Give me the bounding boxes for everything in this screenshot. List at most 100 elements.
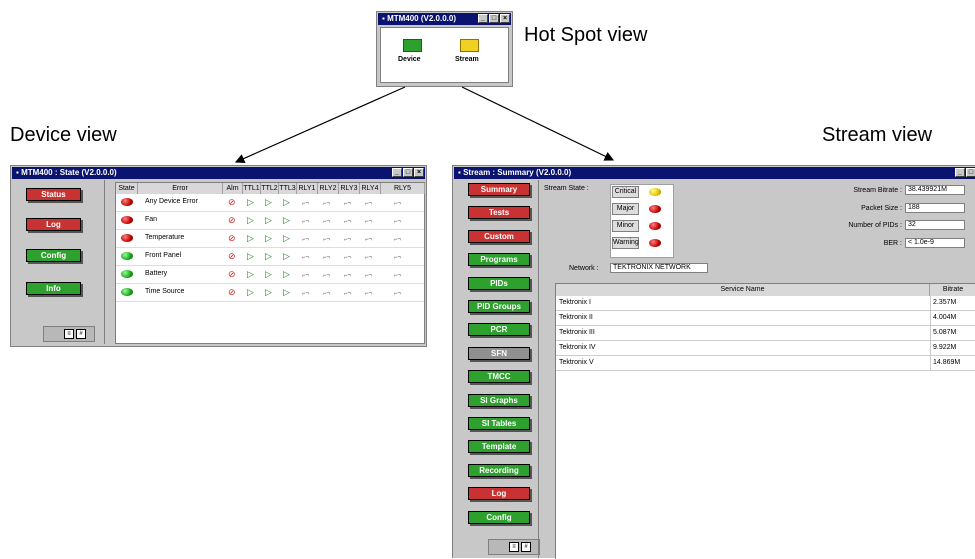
table-row[interactable]: Tektronix V 14.869M xyxy=(556,356,975,371)
ttl-icon[interactable]: ▷ xyxy=(265,287,272,297)
ttl-icon[interactable]: ▷ xyxy=(247,287,254,297)
col-service-name[interactable]: Service Name xyxy=(556,284,930,296)
relay-icon[interactable]: ⌐¬ xyxy=(394,253,401,263)
table-row[interactable]: Battery ⊘ ▷ ▷ ▷ ⌐¬ ⌐¬ ⌐¬ ⌐¬ ⌐¬ xyxy=(116,266,424,284)
relay-icon[interactable]: ⌐¬ xyxy=(302,199,309,209)
nav-custom-button[interactable]: Custom xyxy=(468,229,530,243)
relay-icon[interactable]: ⌐¬ xyxy=(365,217,372,227)
alarm-icon[interactable]: ⊘ xyxy=(228,233,236,243)
relay-icon[interactable]: ⌐¬ xyxy=(365,253,372,263)
ttl-icon[interactable]: ▷ xyxy=(265,197,272,207)
nav-pid-groups-button[interactable]: PID Groups xyxy=(468,300,530,313)
relay-icon[interactable]: ⌐¬ xyxy=(394,199,401,209)
col-rly5[interactable]: RLY5 xyxy=(381,183,425,194)
relay-icon[interactable]: ⌐¬ xyxy=(302,289,309,299)
nav-log-button[interactable]: Log xyxy=(468,487,530,501)
nav-tmcc-button[interactable]: TMCC xyxy=(468,370,530,384)
relay-icon[interactable]: ⌐¬ xyxy=(323,253,330,263)
maximize-icon[interactable]: □ xyxy=(966,168,975,177)
nav-template-button[interactable]: Template xyxy=(468,440,530,454)
nav-config-button[interactable]: Config xyxy=(26,249,81,262)
close-icon[interactable]: × xyxy=(414,168,424,177)
ttl-icon[interactable]: ▷ xyxy=(283,197,290,207)
table-row[interactable]: Tektronix IV 9.922M xyxy=(556,341,975,356)
col-rly3[interactable]: RLY3 xyxy=(339,183,360,194)
col-ttl3[interactable]: TTL3 xyxy=(279,183,297,194)
ttl-icon[interactable]: ▷ xyxy=(283,233,290,243)
alarm-icon[interactable]: ⊘ xyxy=(228,269,236,279)
table-row[interactable]: Tektronix II 4.004M xyxy=(556,311,975,326)
ttl-icon[interactable]: ▷ xyxy=(265,215,272,225)
ttl-icon[interactable]: ▷ xyxy=(247,251,254,261)
alarm-icon[interactable]: ⊘ xyxy=(228,197,236,207)
ttl-icon[interactable]: ▷ xyxy=(283,215,290,225)
ttl-icon[interactable]: ▷ xyxy=(247,269,254,279)
relay-icon[interactable]: ⌐¬ xyxy=(394,271,401,281)
relay-icon[interactable]: ⌐¬ xyxy=(344,235,351,245)
nav-programs-button[interactable]: Programs xyxy=(468,253,530,267)
relay-icon[interactable]: ⌐¬ xyxy=(323,235,330,245)
relay-icon[interactable]: ⌐¬ xyxy=(365,199,372,209)
table-row[interactable]: Temperature ⊘ ▷ ▷ ▷ ⌐¬ ⌐¬ ⌐¬ ⌐¬ ⌐¬ xyxy=(116,230,424,248)
col-error[interactable]: Error xyxy=(138,183,223,194)
nav-summary-button[interactable]: Summary xyxy=(468,183,530,196)
list-view-icon[interactable]: ≡ xyxy=(509,542,519,552)
list-view-icon[interactable]: ≡ xyxy=(64,329,74,339)
relay-icon[interactable]: ⌐¬ xyxy=(344,271,351,281)
relay-icon[interactable]: ⌐¬ xyxy=(302,253,309,263)
ttl-icon[interactable]: ▷ xyxy=(247,197,254,207)
nav-log-button[interactable]: Log xyxy=(26,218,81,231)
ttl-icon[interactable]: ▷ xyxy=(283,269,290,279)
nav-recording-button[interactable]: Recording xyxy=(468,463,530,477)
col-bitrate[interactable]: Bitrate xyxy=(930,284,975,296)
nav-pids-button[interactable]: PIDs xyxy=(468,276,530,290)
relay-icon[interactable]: ⌐¬ xyxy=(323,217,330,227)
table-row[interactable]: Tektronix III 5.087M xyxy=(556,326,975,341)
relay-icon[interactable]: ⌐¬ xyxy=(323,271,330,281)
relay-icon[interactable]: ⌐¬ xyxy=(365,271,372,281)
relay-icon[interactable]: ⌐¬ xyxy=(323,289,330,299)
col-rly4[interactable]: RLY4 xyxy=(360,183,381,194)
relay-icon[interactable]: ⌐¬ xyxy=(302,271,309,281)
relay-icon[interactable]: ⌐¬ xyxy=(344,289,351,299)
alarm-icon[interactable]: ⊘ xyxy=(228,215,236,225)
ttl-icon[interactable]: ▷ xyxy=(265,233,272,243)
nav-pcr-button[interactable]: PCR xyxy=(468,323,530,337)
col-alm[interactable]: Alm xyxy=(223,183,243,194)
nav-si-tables-button[interactable]: SI Tables xyxy=(468,417,530,430)
relay-icon[interactable]: ⌐¬ xyxy=(344,217,351,227)
table-row[interactable]: Tektronix I 2.357M xyxy=(556,296,975,311)
ttl-icon[interactable]: ▷ xyxy=(247,233,254,243)
ttl-icon[interactable]: ▷ xyxy=(283,251,290,261)
table-row[interactable]: Front Panel ⊘ ▷ ▷ ▷ ⌐¬ ⌐¬ ⌐¬ ⌐¬ ⌐¬ xyxy=(116,248,424,266)
maximize-icon[interactable]: □ xyxy=(403,168,413,177)
grid-view-icon[interactable]: # xyxy=(76,329,86,339)
col-ttl2[interactable]: TTL2 xyxy=(261,183,279,194)
col-rly1[interactable]: RLY1 xyxy=(297,183,318,194)
alarm-icon[interactable]: ⊘ xyxy=(228,251,236,261)
col-state[interactable]: State xyxy=(116,183,138,194)
nav-config-button[interactable]: Config xyxy=(468,510,530,524)
relay-icon[interactable]: ⌐¬ xyxy=(394,289,401,299)
nav-status-button[interactable]: Status xyxy=(26,188,81,201)
minimize-icon[interactable]: _ xyxy=(955,168,965,177)
col-rly2[interactable]: RLY2 xyxy=(318,183,339,194)
table-row[interactable]: Fan ⊘ ▷ ▷ ▷ ⌐¬ ⌐¬ ⌐¬ ⌐¬ ⌐¬ xyxy=(116,212,424,230)
relay-icon[interactable]: ⌐¬ xyxy=(365,235,372,245)
relay-icon[interactable]: ⌐¬ xyxy=(302,235,309,245)
ttl-icon[interactable]: ▷ xyxy=(283,287,290,297)
grid-view-icon[interactable]: # xyxy=(521,542,531,552)
relay-icon[interactable]: ⌐¬ xyxy=(323,199,330,209)
table-row[interactable]: Any Device Error ⊘ ▷ ▷ ▷ ⌐¬ ⌐¬ ⌐¬ ⌐¬ ⌐¬ xyxy=(116,194,424,212)
table-row[interactable]: Time Source ⊘ ▷ ▷ ▷ ⌐¬ ⌐¬ ⌐¬ ⌐¬ ⌐¬ xyxy=(116,284,424,302)
minimize-icon[interactable]: _ xyxy=(392,168,402,177)
ttl-icon[interactable]: ▷ xyxy=(265,251,272,261)
nav-si-graphs-button[interactable]: SI Graphs xyxy=(468,393,530,407)
relay-icon[interactable]: ⌐¬ xyxy=(394,217,401,227)
relay-icon[interactable]: ⌐¬ xyxy=(394,235,401,245)
alarm-icon[interactable]: ⊘ xyxy=(228,287,236,297)
nav-info-button[interactable]: Info xyxy=(26,282,81,295)
relay-icon[interactable]: ⌐¬ xyxy=(344,199,351,209)
col-ttl1[interactable]: TTL1 xyxy=(243,183,261,194)
relay-icon[interactable]: ⌐¬ xyxy=(344,253,351,263)
